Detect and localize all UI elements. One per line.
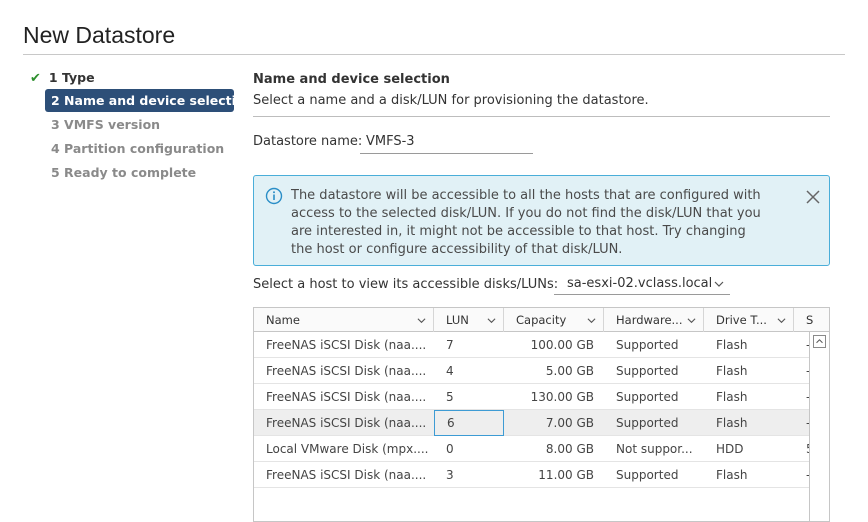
- table-header: Name LUN Capacity Hardware... Drive T...…: [254, 308, 829, 332]
- table-row[interactable]: FreeNAS iSCSI Disk (naa.... 5 130.00 GB …: [254, 384, 810, 410]
- step-partition-configuration: 4 Partition configuration: [51, 139, 224, 163]
- chevron-down-icon: [714, 281, 724, 287]
- cell-s: -: [806, 468, 810, 482]
- cell-capacity: 100.00 GB: [530, 338, 594, 352]
- cell-name: FreeNAS iSCSI Disk (naa....: [266, 338, 427, 352]
- column-header-capacity[interactable]: Capacity: [504, 308, 604, 332]
- step-label: 4 Partition configuration: [51, 141, 225, 156]
- cell-capacity: 5.00 GB: [545, 364, 594, 378]
- cell-name: FreeNAS iSCSI Disk (naa....: [266, 468, 427, 482]
- cell-drive-type: Flash: [716, 416, 748, 430]
- section-divider: [253, 116, 830, 117]
- table-row-selected[interactable]: FreeNAS iSCSI Disk (naa.... 6 7.00 GB Su…: [254, 410, 810, 436]
- cell-lun: 6: [434, 410, 504, 436]
- scroll-up-icon[interactable]: [813, 335, 826, 348]
- cell-s: -: [806, 338, 810, 352]
- cell-drive-type: Flash: [716, 390, 748, 404]
- cell-s: -: [806, 390, 810, 404]
- chevron-down-icon: [587, 318, 596, 324]
- cell-hardware: Supported: [616, 390, 679, 404]
- info-icon: [265, 187, 283, 205]
- cell-capacity: 11.00 GB: [538, 468, 594, 482]
- cell-lun: 4: [446, 364, 454, 378]
- cell-capacity: 8.00 GB: [545, 442, 594, 456]
- step-ready-to-complete: 5 Ready to complete: [51, 163, 196, 187]
- cell-lun: 0: [446, 442, 454, 456]
- dialog-title: New Datastore: [23, 22, 176, 48]
- disk-table: Name LUN Capacity Hardware... Drive T...…: [253, 307, 830, 522]
- datastore-name-input[interactable]: [360, 130, 533, 154]
- cell-name: FreeNAS iSCSI Disk (naa....: [266, 416, 427, 430]
- column-header-s[interactable]: S: [794, 308, 829, 332]
- chevron-down-icon: [417, 318, 426, 324]
- host-select[interactable]: sa-esxi-02.vclass.local: [554, 273, 730, 295]
- table-row[interactable]: FreeNAS iSCSI Disk (naa.... 3 11.00 GB S…: [254, 462, 810, 488]
- cell-hardware: Supported: [616, 364, 679, 378]
- cell-drive-type: Flash: [716, 364, 748, 378]
- table-row[interactable]: FreeNAS iSCSI Disk (naa.... 7 100.00 GB …: [254, 332, 810, 358]
- cell-name: FreeNAS iSCSI Disk (naa....: [266, 390, 427, 404]
- cell-s: -: [806, 416, 810, 430]
- cell-s: 5: [794, 436, 810, 462]
- section-description: Select a name and a disk/LUN for provisi…: [253, 93, 649, 108]
- column-header-drive-type[interactable]: Drive T...: [704, 308, 794, 332]
- column-header-lun[interactable]: LUN: [434, 308, 504, 332]
- cell-drive-type: Flash: [716, 468, 748, 482]
- cell-hardware: Supported: [616, 416, 679, 430]
- host-select-value: sa-esxi-02.vclass.local: [567, 276, 713, 291]
- cell-lun: 5: [446, 390, 454, 404]
- check-icon: ✔: [30, 71, 41, 86]
- cell-lun: 7: [446, 338, 454, 352]
- cell-s: -: [806, 364, 810, 378]
- cell-lun: 3: [446, 468, 454, 482]
- chevron-down-icon: [777, 318, 786, 324]
- table-row[interactable]: FreeNAS iSCSI Disk (naa.... 4 5.00 GB Su…: [254, 358, 810, 384]
- chevron-down-icon: [487, 318, 496, 324]
- info-text: The datastore will be accessible to all …: [291, 188, 761, 257]
- cell-hardware: Supported: [616, 338, 679, 352]
- datastore-name-label: Datastore name:: [253, 134, 363, 149]
- host-select-label: Select a host to view its accessible dis…: [253, 277, 559, 292]
- cell-capacity: 7.00 GB: [545, 416, 594, 430]
- cell-name: Local VMware Disk (mpx....: [266, 442, 429, 456]
- cell-name: FreeNAS iSCSI Disk (naa....: [266, 364, 427, 378]
- column-header-name[interactable]: Name: [254, 308, 434, 332]
- chevron-down-icon: [687, 318, 696, 324]
- cell-drive-type: HDD: [716, 442, 744, 456]
- vertical-scrollbar[interactable]: [809, 332, 829, 521]
- step-label: 5 Ready to complete: [51, 165, 197, 180]
- cell-hardware: Supported: [616, 468, 679, 482]
- step-label: 2 Name and device selection: [51, 93, 254, 108]
- step-vmfs-version: 3 VMFS version: [51, 115, 160, 139]
- cell-drive-type: Flash: [716, 338, 748, 352]
- column-header-hardware[interactable]: Hardware...: [604, 308, 704, 332]
- table-row[interactable]: Local VMware Disk (mpx.... 0 8.00 GB Not…: [254, 436, 810, 462]
- section-heading: Name and device selection: [253, 72, 450, 87]
- cell-hardware: Not suppor...: [616, 442, 693, 456]
- step-label: 3 VMFS version: [51, 117, 161, 132]
- cell-capacity: 130.00 GB: [530, 390, 594, 404]
- step-name-and-device-selection[interactable]: 2 Name and device selection: [45, 89, 253, 112]
- title-divider: [23, 54, 845, 55]
- info-banner: The datastore will be accessible to all …: [253, 175, 830, 266]
- close-icon[interactable]: [805, 189, 821, 205]
- step-label: 1 Type: [48, 70, 95, 85]
